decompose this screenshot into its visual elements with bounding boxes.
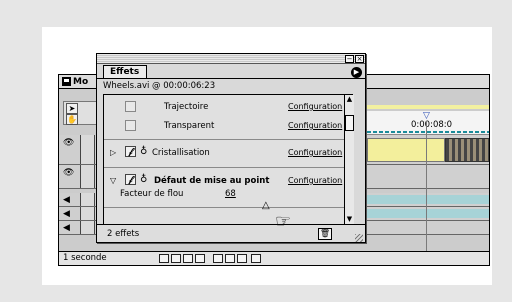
effect-name: Cristallisation: [152, 148, 210, 158]
palette-titlebar[interactable]: − ×: [97, 54, 365, 64]
video-clip[interactable]: [367, 138, 445, 162]
divider: [104, 167, 344, 168]
eye-icon[interactable]: 👁: [63, 138, 74, 148]
edge-view-icon[interactable]: [183, 254, 193, 263]
list-item[interactable]: ▽ 𝒻 ♁ Défaut de mise au point Configurat…: [104, 171, 344, 191]
keyframe-toggle-icon[interactable]: ♁: [140, 146, 147, 157]
track-lock[interactable]: [81, 207, 95, 220]
video-clip-thumbnail[interactable]: [445, 138, 489, 162]
parameter-row: Facteur de flou 68: [104, 189, 344, 203]
pointer-cursor-icon: ☞: [275, 211, 292, 232]
toggle-shift-icon[interactable]: [195, 254, 205, 263]
sync-mode-icon[interactable]: [213, 254, 223, 263]
list-item[interactable]: ▷ 𝒻 ♁ Cristallisation Configuration: [104, 143, 344, 163]
expand-triangle-icon[interactable]: ▷: [110, 148, 116, 157]
track-lock[interactable]: [81, 193, 95, 206]
enable-checkbox[interactable]: [125, 120, 136, 131]
zoom-icon[interactable]: [237, 254, 247, 263]
clip-info: Wheels.avi @ 00:00:06:23: [103, 81, 216, 91]
configure-link[interactable]: Configuration: [288, 102, 342, 111]
collapse-icon[interactable]: −: [345, 55, 354, 63]
tab-divider: [97, 78, 365, 79]
slider-handle-icon[interactable]: △: [262, 200, 270, 211]
status-bar: 1 seconde: [59, 251, 489, 265]
trash-icon[interactable]: 🗑: [318, 228, 332, 240]
collapse-triangle-icon[interactable]: ▽: [110, 176, 116, 185]
scrollbar[interactable]: ▲ ▼: [344, 95, 354, 235]
close-icon[interactable]: ×: [355, 55, 364, 63]
track-controls: ◀: [59, 193, 81, 206]
effects-list: Trajectoire Configuration Transparent Co…: [103, 94, 354, 236]
duration-label: 1 seconde: [63, 253, 107, 263]
configure-link[interactable]: Configuration: [288, 121, 342, 130]
palette-footer: 2 effets 🗑: [97, 224, 365, 242]
hand-tool-icon[interactable]: ✋: [66, 114, 78, 125]
speaker-icon[interactable]: ◀: [63, 223, 70, 233]
eye-icon[interactable]: 👁: [63, 168, 74, 178]
track-options-icon[interactable]: [159, 254, 169, 263]
configure-link[interactable]: Configuration: [288, 148, 342, 157]
audio-clip[interactable]: [367, 195, 489, 204]
speaker-icon[interactable]: ◀: [63, 209, 70, 219]
left-tab-strip: [0, 28, 20, 146]
parameter-label: Facteur de flou: [120, 189, 184, 199]
list-item[interactable]: Trajectoire Configuration: [104, 97, 344, 117]
track-lock[interactable]: [81, 135, 95, 164]
track-controls: ◀: [59, 221, 81, 234]
slider-track[interactable]: [104, 207, 344, 208]
divider: [104, 139, 344, 140]
markers-icon[interactable]: [225, 254, 235, 263]
effect-name: Trajectoire: [164, 102, 209, 112]
effects-palette: − × Effets ▶ Wheels.avi @ 00:00:06:23 Tr…: [96, 53, 366, 243]
configure-link[interactable]: Configuration: [288, 176, 342, 185]
window-title: Mo: [73, 77, 89, 87]
keyframe-toggle-icon[interactable]: ♁: [140, 174, 147, 185]
playhead-line[interactable]: [426, 121, 427, 265]
track-lock[interactable]: [81, 165, 95, 188]
track-controls: 👁: [59, 165, 81, 188]
resize-grip-icon[interactable]: [355, 234, 363, 242]
scroll-up-icon[interactable]: ▲: [345, 95, 354, 104]
scroll-down-icon[interactable]: ▼: [345, 215, 354, 224]
effect-name: Transparent: [164, 121, 215, 131]
enable-checkbox[interactable]: [125, 101, 136, 112]
timecode-label: 0:00:08:0: [411, 120, 453, 130]
pen-toggle-icon[interactable]: 𝒻: [125, 146, 136, 157]
track-controls: ◀: [59, 207, 81, 220]
track-lock[interactable]: [81, 221, 95, 234]
work-area-bar[interactable]: [367, 105, 489, 109]
scroll-thumb[interactable]: [345, 115, 354, 131]
effect-count: 2 effets: [107, 229, 140, 239]
scroll-left-icon[interactable]: [251, 254, 261, 263]
list-item[interactable]: Transparent Configuration: [104, 116, 344, 136]
parameter-value[interactable]: 68: [225, 189, 236, 199]
palette-menu-icon[interactable]: ▶: [351, 67, 362, 78]
track-controls: 👁: [59, 135, 81, 164]
selection-tool-icon[interactable]: ➤: [66, 103, 78, 114]
pen-toggle-icon[interactable]: 𝒻: [125, 174, 136, 185]
tab-effets[interactable]: Effets: [103, 65, 147, 78]
window-icon: [62, 77, 71, 86]
speaker-icon[interactable]: ◀: [63, 195, 70, 205]
clip-divider: [367, 131, 489, 133]
toggle-snap-icon[interactable]: [171, 254, 181, 263]
audio-clip[interactable]: [367, 209, 489, 218]
effect-name: Défaut de mise au point: [154, 176, 270, 186]
